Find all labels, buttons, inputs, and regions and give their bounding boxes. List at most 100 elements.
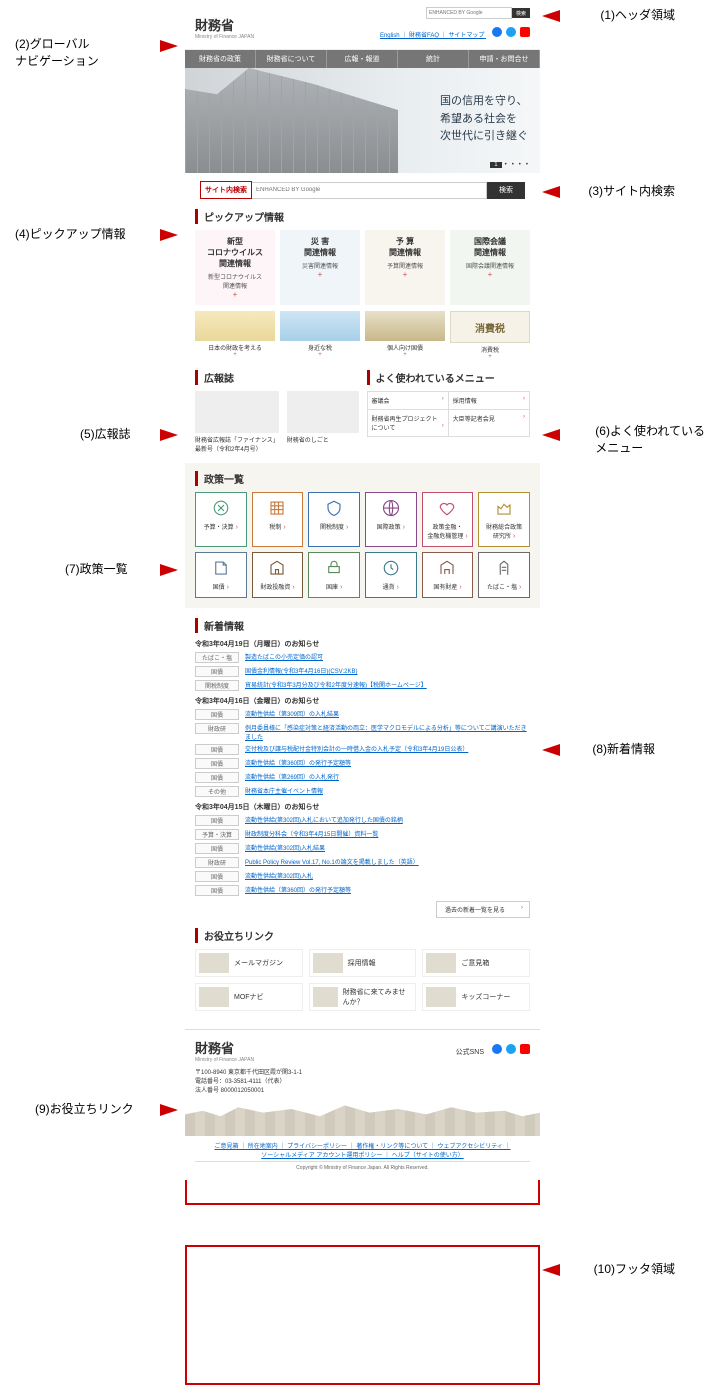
news-link[interactable]: 流動性供給（第360回）の発行予定額等 <box>245 885 530 894</box>
news-item: 国債流動性供給（第269回）の入札発行 <box>195 772 530 783</box>
news-tag: 国債 <box>195 744 239 755</box>
news-link[interactable]: 例月委員様に「感染症対策と経済活動の両立：医学マクロモデルによる分析」等について… <box>245 723 530 741</box>
pickup-card[interactable]: 災 害 関連情報災害関連情報+ <box>280 230 360 305</box>
gnav-item[interactable]: 申請・お問合せ <box>469 50 540 68</box>
youtube-icon[interactable] <box>520 1044 530 1054</box>
pickup-tile[interactable]: 消費税消費税+ <box>450 311 530 360</box>
footer-address: 〒100-8940 東京都千代田区霞が関3-1-1 電話番号：03-3581-4… <box>195 1067 530 1094</box>
site-search-button[interactable]: 検索 <box>487 182 525 199</box>
news-link[interactable]: 流動性供給(第302回)入札結果 <box>245 843 530 852</box>
footer-links[interactable]: ご意見箱 ｜ 所在地案内 ｜ プライバシーポリシー ｜ 著作権・リンク等について… <box>195 1136 530 1162</box>
logo-sub: Ministry of Finance JAPAN <box>195 34 254 40</box>
useful-section: お役立ちリンク メールマガジン採用情報ご意見箱MOFナビ財務省に来てみませんか？… <box>195 928 530 1011</box>
policy-item[interactable]: 国庫› <box>308 552 360 598</box>
gnav-item[interactable]: 広報・報道 <box>327 50 398 68</box>
site-search: サイト内検索 検索 <box>200 181 525 199</box>
news-link[interactable]: 流動性供給(第302回)入札において追加発行した国債の銘柄 <box>245 815 530 824</box>
arrow-9 <box>160 1104 178 1116</box>
footer: 財務省 Ministry of Finance JAPAN 公式SNS 〒100… <box>185 1029 540 1180</box>
header-links[interactable]: English ｜ 財務省FAQ ｜ サイトマップ <box>380 33 484 39</box>
policy-item[interactable]: 財政投融資› <box>252 552 304 598</box>
news-item: たばこ・塩製造たばこの小売定価の認可 <box>195 652 530 663</box>
news-link[interactable]: 国債金利情報(令和3年4月16日)(CSV:2KB) <box>245 666 530 675</box>
policy-item[interactable]: 予算・決算› <box>195 492 247 547</box>
gnav-item[interactable]: 財務省について <box>256 50 327 68</box>
useful-item[interactable]: メールマガジン <box>195 949 303 977</box>
twitter-icon[interactable] <box>506 27 516 37</box>
policy-item[interactable]: 国債› <box>195 552 247 598</box>
pickup-tile[interactable]: 身近な税+ <box>280 311 360 360</box>
news-link[interactable]: 流動性供給(第302回)入札 <box>245 871 530 880</box>
arrow-8 <box>542 744 560 756</box>
hero: 国の信用を守り、 希望ある社会を 次世代に引き継ぐ 1• • • • <box>185 68 540 173</box>
news-item: 予算・決算財政制度分科会（令和3年4月15日開催）資料一覧 <box>195 829 530 840</box>
arrow-7 <box>160 564 178 576</box>
useful-item[interactable]: ご意見箱 <box>422 949 530 977</box>
freq-item[interactable]: 財務省再生プロジェクト について <box>368 410 449 437</box>
freq-heading: よく使われているメニュー <box>367 370 531 385</box>
policy-item[interactable]: 通貨› <box>365 552 417 598</box>
arrow-4 <box>160 229 178 241</box>
useful-item[interactable]: MOFナビ <box>195 983 303 1011</box>
useful-item[interactable]: 財務省に来てみませんか？ <box>309 983 417 1011</box>
pickup-section: ピックアップ情報 新型 コロナウイルス 関連情報新型コロナウイルス 関連情報+ … <box>195 209 530 360</box>
news-item: 財政研Public Policy Review Vol.17, No.1の論文を… <box>195 857 530 868</box>
freq-item[interactable]: 採用情報 <box>449 392 530 410</box>
freq-item[interactable]: 大臣等記者会見 <box>449 410 530 437</box>
news-section: 新着情報 令和3年04月19日（月曜日）のお知らせたばこ・塩製造たばこの小売定価… <box>195 618 530 918</box>
news-link[interactable]: 製造たばこの小売定価の認可 <box>245 652 530 661</box>
news-item: 国債流動性供給(第302回)入札において追加発行した国債の銘柄 <box>195 815 530 826</box>
header-search-input[interactable] <box>426 7 512 19</box>
news-item: 国債国債金利情報(令和3年4月16日)(CSV:2KB) <box>195 666 530 677</box>
news-link[interactable]: 流動性供給（第269回）の入札発行 <box>245 772 530 781</box>
useful-item[interactable]: 採用情報 <box>309 949 417 977</box>
magazine-item[interactable]: 財務省のしごと <box>287 391 359 453</box>
header: 財務省 Ministry of Finance JAPAN 検索 English… <box>185 5 540 50</box>
freq-item[interactable]: 審議会 <box>368 392 449 410</box>
policy-item[interactable]: 政策金融・ 金融危機管理› <box>422 492 474 547</box>
policy-item[interactable]: 税制› <box>252 492 304 547</box>
news-item: 国債流動性供給（第360回）の発行予定額等 <box>195 758 530 769</box>
gnav-item[interactable]: 統計 <box>398 50 469 68</box>
magazine-item[interactable]: 財務省広報誌「ファイナンス」 最新号（令和2年4月号） <box>195 391 279 453</box>
magazines-heading: 広報誌 <box>195 370 359 385</box>
pickup-card[interactable]: 新型 コロナウイルス 関連情報新型コロナウイルス 関連情報+ <box>195 230 275 305</box>
news-item: 国債流動性供給（第360回）の発行予定額等 <box>195 885 530 896</box>
policy-heading: 政策一覧 <box>195 471 530 486</box>
news-link[interactable]: 財政制度分科会（令和3年4月15日開催）資料一覧 <box>245 829 530 838</box>
policy-item[interactable]: 国際政策› <box>365 492 417 547</box>
twitter-icon[interactable] <box>506 1044 516 1054</box>
news-item: 国債流動性供給（第309回）の入札結果 <box>195 709 530 720</box>
policy-item[interactable]: 関税制度› <box>308 492 360 547</box>
news-link[interactable]: 貿易統計(令和3年3月分及び令和2年度分速報)【税関ホームページ】 <box>245 680 530 689</box>
useful-item[interactable]: キッズコーナー <box>422 983 530 1011</box>
news-link[interactable]: 流動性供給（第360回）の発行予定額等 <box>245 758 530 767</box>
news-tag: たばこ・塩 <box>195 652 239 663</box>
news-date: 令和3年04月19日（月曜日）のお知らせ <box>195 639 530 649</box>
policy-item[interactable]: 財務総合政策 研究所› <box>478 492 530 547</box>
policy-item[interactable]: たばこ・塩› <box>478 552 530 598</box>
youtube-icon[interactable] <box>520 27 530 37</box>
useful-thumb <box>313 987 338 1007</box>
pickup-tile[interactable]: 個人向け国債+ <box>365 311 445 360</box>
facebook-icon[interactable] <box>492 1044 502 1054</box>
pickup-tile[interactable]: 日本の財政を考える+ <box>195 311 275 360</box>
facebook-icon[interactable] <box>492 27 502 37</box>
news-tag: その他 <box>195 786 239 797</box>
news-link[interactable]: 交付税及び譲与税配付金特別会計の一時借入金の入札予定（令和3年4月19日公表） <box>245 744 530 753</box>
policy-item[interactable]: 国有財産› <box>422 552 474 598</box>
news-link[interactable]: Public Policy Review Vol.17, No.1の論文を掲載し… <box>245 857 530 866</box>
gnav-item[interactable]: 財務省の政策 <box>185 50 256 68</box>
freq-menu-section: よく使われているメニュー 審議会 採用情報 財務省再生プロジェクト について 大… <box>367 370 531 453</box>
site-search-input[interactable] <box>252 182 487 199</box>
arrow-10 <box>542 1264 560 1276</box>
pickup-card[interactable]: 国際会議 関連情報国際会議関連情報+ <box>450 230 530 305</box>
news-link[interactable]: 財務省本庁主催イベント情報 <box>245 786 530 795</box>
news-more-link[interactable]: 過去の新着一覧を見る <box>436 901 530 918</box>
pickup-card[interactable]: 予 算 関連情報予算関連情報+ <box>365 230 445 305</box>
annot-1: (1)ヘッダ領域 <box>600 6 675 23</box>
news-link[interactable]: 流動性供給（第309回）の入札結果 <box>245 709 530 718</box>
header-search-button[interactable]: 検索 <box>512 8 530 18</box>
hero-pager[interactable]: 1• • • • <box>490 162 528 168</box>
news-tag: 国債 <box>195 885 239 896</box>
